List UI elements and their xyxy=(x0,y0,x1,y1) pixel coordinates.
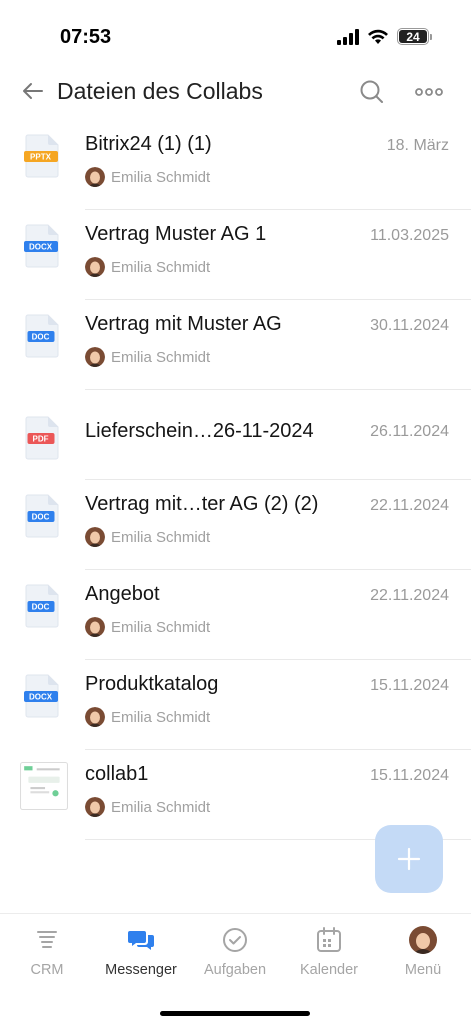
add-file-button[interactable] xyxy=(375,825,443,893)
owner-name: Emilia Schmidt xyxy=(111,168,211,186)
file-row[interactable]: DOC Vertrag mit Muster AG 30.11.2024 Emilia… xyxy=(0,300,471,390)
tab-label-crm: CRM xyxy=(30,962,64,978)
avatar xyxy=(85,257,105,277)
file-row[interactable]: DOC Angebot 22.11.2024 Emilia Schmidt xyxy=(0,570,471,660)
file-owner: Emilia Schmidt xyxy=(85,617,210,637)
file-name: Produktkatalog xyxy=(85,673,219,695)
tab-label-aufgaben: Aufgaben xyxy=(203,962,267,978)
tab-label-messenger: Messenger xyxy=(105,962,177,978)
owner-name: Emilia Schmidt xyxy=(111,258,211,276)
file-name: Vertrag mit…ter AG (2) (2) xyxy=(85,493,319,515)
file-date: 15.11.2024 xyxy=(370,677,449,694)
owner-name: Emilia Schmidt xyxy=(111,708,211,726)
page-title: Dateien des Collabs xyxy=(57,78,263,104)
svg-text:PPTX: PPTX xyxy=(30,153,52,162)
file-row[interactable]: DOC Vertrag mit…ter AG (2) (2) 22.11.2024 E… xyxy=(0,480,471,570)
file-owner: Emilia Schmidt xyxy=(85,797,210,817)
file-date: 30.11.2024 xyxy=(370,317,449,334)
doc-file-icon: DOC xyxy=(25,314,59,358)
file-owner: Emilia Schmidt xyxy=(85,167,210,187)
search-icon[interactable] xyxy=(358,78,386,106)
file-date: 22.11.2024 xyxy=(370,587,449,604)
avatar xyxy=(85,167,105,187)
file-name: Vertrag Muster AG 1 xyxy=(85,223,267,245)
tab-label-kalender: Kalender xyxy=(299,962,359,978)
svg-text:DOCX: DOCX xyxy=(29,243,53,252)
file-name: Bitrix24 (1) (1) xyxy=(85,133,212,155)
tab-aufgaben[interactable]: Aufgaben xyxy=(188,926,282,978)
tab-bar: CRM Messenger Aufgaben Kalender Menü xyxy=(0,913,471,1024)
file-date: 18. März xyxy=(386,137,449,154)
wifi-icon xyxy=(368,29,388,44)
avatar xyxy=(85,347,105,367)
file-name: Lieferschein…26-11-2024 xyxy=(85,420,314,442)
status-bar: 07:53 24 xyxy=(0,0,471,62)
status-time: 07:53 xyxy=(60,26,112,48)
file-name: Vertrag mit Muster AG xyxy=(85,313,282,335)
back-arrow-icon[interactable] xyxy=(20,78,46,104)
file-list: PPTX Bitrix24 (1) (1) 18. März Emilia Schmi… xyxy=(0,120,471,840)
file-owner: Emilia Schmidt xyxy=(85,527,210,547)
svg-text:DOCX: DOCX xyxy=(29,693,53,702)
owner-name: Emilia Schmidt xyxy=(111,618,211,636)
file-date: 15.11.2024 xyxy=(370,767,449,784)
tab-messenger[interactable]: Messenger xyxy=(94,926,188,978)
file-date: 11.03.2025 xyxy=(370,227,449,244)
battery-level: 24 xyxy=(399,30,427,44)
battery-icon: 24 xyxy=(397,28,432,45)
more-options-icon[interactable] xyxy=(414,80,444,104)
docx-file-icon: DOCX xyxy=(24,224,59,268)
file-row[interactable]: PDF Lieferschein…26-11-2024 26.11.2024 xyxy=(0,390,471,480)
image-thumbnail-icon xyxy=(20,762,68,810)
file-owner: Emilia Schmidt xyxy=(85,707,210,727)
owner-name: Emilia Schmidt xyxy=(111,798,211,816)
pdf-file-icon: PDF xyxy=(25,416,59,460)
messenger-icon xyxy=(128,931,154,950)
file-owner: Emilia Schmidt xyxy=(85,257,210,277)
plus-icon xyxy=(397,847,421,871)
file-name: collab1 xyxy=(85,763,149,785)
doc-file-icon: DOC xyxy=(25,584,59,628)
tab-menu[interactable]: Menü xyxy=(376,926,470,978)
doc-file-icon: DOC xyxy=(25,494,59,538)
svg-text:DOC: DOC xyxy=(32,333,50,342)
tasks-icon xyxy=(223,928,247,952)
crm-icon xyxy=(37,931,57,948)
signal-icon xyxy=(337,28,359,45)
avatar xyxy=(409,926,437,954)
avatar xyxy=(85,707,105,727)
avatar xyxy=(85,797,105,817)
tab-kalender[interactable]: Kalender xyxy=(282,926,376,978)
file-row[interactable]: DOCX Vertrag Muster AG 1 11.03.2025 Emilia … xyxy=(0,210,471,300)
home-indicator xyxy=(160,1011,310,1016)
tab-label-menu: Menü xyxy=(404,962,442,978)
svg-text:DOC: DOC xyxy=(32,513,50,522)
file-row[interactable]: DOCX Produktkatalog 15.11.2024 Emilia Schmi… xyxy=(0,660,471,750)
pptx-file-icon: PPTX xyxy=(24,134,59,178)
owner-name: Emilia Schmidt xyxy=(111,528,211,546)
file-date: 26.11.2024 xyxy=(370,423,449,440)
calendar-icon xyxy=(317,927,341,952)
svg-text:PDF: PDF xyxy=(33,435,49,444)
status-icons: 24 xyxy=(337,28,432,45)
avatar xyxy=(85,527,105,547)
owner-name: Emilia Schmidt xyxy=(111,348,211,366)
avatar xyxy=(85,617,105,637)
file-row[interactable]: PPTX Bitrix24 (1) (1) 18. März Emilia Schmi… xyxy=(0,120,471,210)
file-date: 22.11.2024 xyxy=(370,497,449,514)
docx-file-icon: DOCX xyxy=(24,674,59,718)
header: Dateien des Collabs xyxy=(0,68,471,116)
tab-crm[interactable]: CRM xyxy=(0,926,94,978)
file-owner: Emilia Schmidt xyxy=(85,347,210,367)
svg-text:DOC: DOC xyxy=(32,603,50,612)
file-name: Angebot xyxy=(85,583,160,605)
